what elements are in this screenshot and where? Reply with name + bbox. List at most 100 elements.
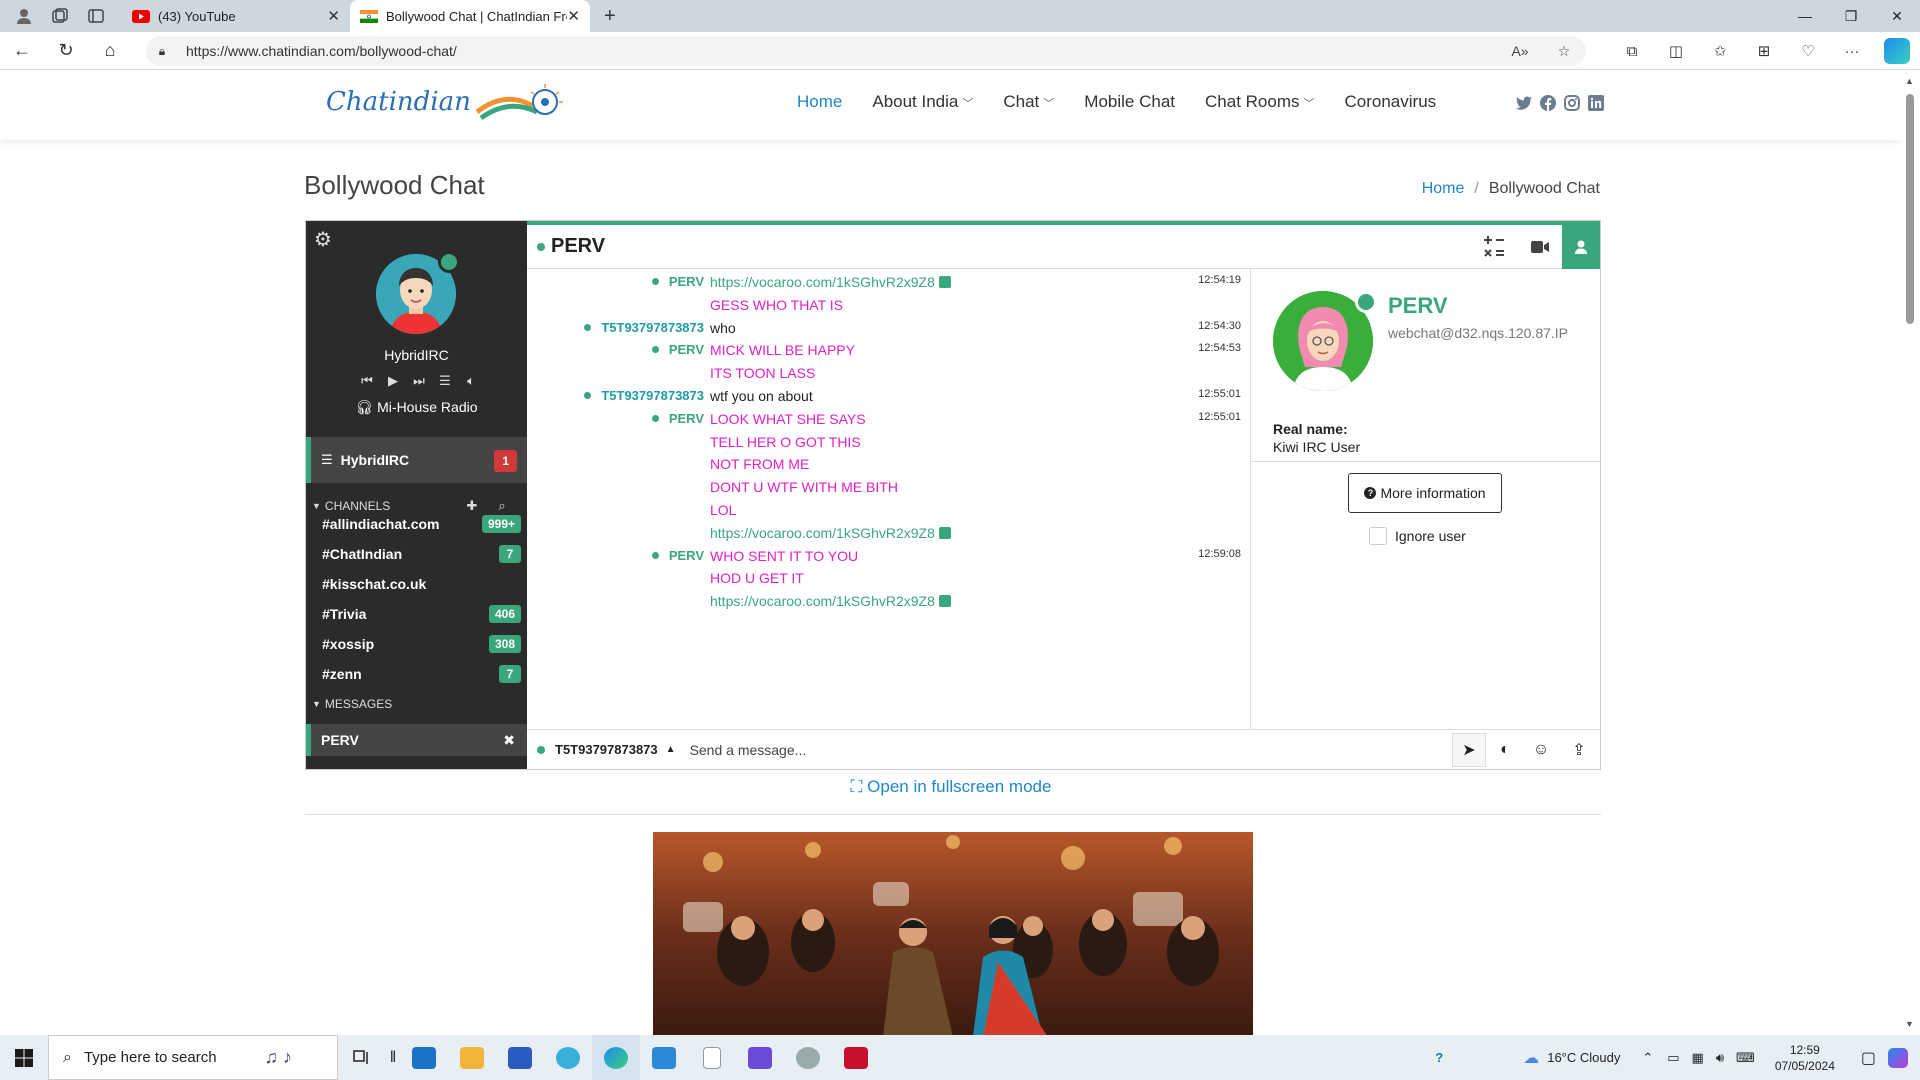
message-nick[interactable]: PERV (652, 411, 704, 426)
home-icon[interactable]: ⌂ (88, 40, 132, 61)
breadcrumb-home-link[interactable]: Home (1422, 180, 1465, 197)
scroll-down-icon[interactable]: ▼ (1905, 1019, 1914, 1029)
private-message-item[interactable]: PERV ✖ (306, 724, 527, 756)
linkedin-icon[interactable] (1584, 94, 1608, 112)
more-menu-icon[interactable]: ··· (1830, 43, 1874, 60)
upload-icon[interactable]: ⇪ (1562, 733, 1596, 767)
new-tab-icon[interactable]: + (604, 5, 616, 28)
clock[interactable]: 12:59 07/05/2024 (1775, 1042, 1835, 1074)
external-link-icon[interactable] (938, 276, 951, 288)
network-item[interactable]: ☰ HybridIRC 1 (306, 437, 527, 483)
site-logo[interactable]: Chatindian (326, 82, 565, 122)
network-icon[interactable]: ▦ (1692, 1050, 1704, 1066)
playlist-icon[interactable]: ☰ (432, 373, 458, 389)
close-icon[interactable]: ✖ (503, 732, 515, 749)
speaker-icon[interactable]: 🔊︎ (1716, 1050, 1724, 1066)
user-info-icon[interactable] (1562, 225, 1600, 269)
split-screen-icon[interactable]: ◫ (1654, 42, 1698, 60)
previous-icon[interactable]: ⏮ (354, 373, 380, 389)
channel-item[interactable]: #xossip 308 (306, 629, 527, 659)
mcafee-icon[interactable] (832, 1035, 880, 1080)
message-nick[interactable]: PERV (652, 342, 704, 357)
messages-header[interactable]: ▼ MESSAGES (306, 691, 527, 717)
collections-icon[interactable]: ⊞ (1742, 42, 1786, 60)
channel-item[interactable]: #kisschat.co.uk (306, 569, 527, 599)
caret-up-icon[interactable]: ▲ (666, 744, 676, 755)
browser-essentials-icon[interactable]: ♡ (1786, 42, 1830, 60)
volume-icon[interactable]: 🔈︎ (458, 373, 484, 389)
message-link[interactable]: https://vocaroo.com/1kSGhvR2x9Z8 (710, 593, 951, 609)
url-text[interactable]: https://www.chatindian.com/bollywood-cha… (178, 43, 1498, 59)
twitter-icon[interactable] (1512, 94, 1536, 112)
nav-home[interactable]: Home (797, 92, 842, 112)
close-tab-icon[interactable]: ✕ (567, 7, 580, 25)
current-nick[interactable]: T5T93797873873 (555, 742, 658, 757)
read-aloud-icon[interactable]: A» (1498, 43, 1542, 59)
message-link[interactable]: https://vocaroo.com/1kSGhvR2x9Z8 (710, 525, 951, 541)
windows-start-icon[interactable] (0, 1035, 48, 1080)
message-nick[interactable]: T5T93797873873 (584, 388, 704, 403)
weather-text[interactable]: 16°C Cloudy (1547, 1050, 1620, 1065)
message-link[interactable]: https://vocaroo.com/1kSGhvR2x9Z8 (710, 274, 951, 290)
hp-icon[interactable] (784, 1035, 832, 1080)
restore-icon[interactable]: ❐ (1828, 0, 1874, 32)
external-link-icon[interactable] (938, 526, 951, 539)
notifications-icon[interactable]: ▢ (1861, 1048, 1876, 1068)
tab-chatindian[interactable]: Bollywood Chat | ChatIndian Free ✕ (350, 0, 590, 32)
message-input[interactable]: Send a message... (690, 742, 807, 758)
copilot-taskbar-icon[interactable] (1888, 1047, 1908, 1068)
internet-explorer-icon[interactable] (544, 1035, 592, 1080)
fullscreen-link[interactable]: ⛶ Open in fullscreen mode (0, 777, 1902, 797)
mail-icon[interactable] (400, 1035, 448, 1080)
favorites-icon[interactable]: ✩ (1698, 42, 1742, 60)
message-nick[interactable]: T5T93797873873 (584, 320, 704, 335)
channel-item[interactable]: #ChatIndian 7 (306, 539, 527, 569)
task-view-icon[interactable] (338, 1035, 386, 1080)
ignore-user-checkbox[interactable] (1369, 527, 1387, 545)
facebook-icon[interactable] (1536, 94, 1560, 112)
channel-item[interactable]: #zenn 7 (306, 659, 527, 689)
back-icon[interactable]: ← (0, 40, 44, 61)
copilot-icon[interactable] (1884, 38, 1910, 64)
radio-station[interactable]: 🎧︎ Mi-House Radio (306, 399, 527, 416)
feather-app-icon[interactable] (640, 1035, 688, 1080)
notepad-icon[interactable] (688, 1035, 736, 1080)
chevron-up-icon[interactable]: ⌃ (1642, 1050, 1653, 1066)
more-information-button[interactable]: ? More information (1348, 473, 1502, 513)
taskbar-search[interactable]: ⌕ Type here to search ♫ ♪ (48, 1035, 338, 1080)
play-icon[interactable]: ▶ (380, 373, 406, 389)
close-window-icon[interactable]: ✕ (1874, 0, 1920, 32)
calculator-icon[interactable] (1474, 225, 1514, 269)
battery-icon[interactable]: ▭ (1667, 1050, 1679, 1066)
workspaces-icon[interactable] (48, 4, 72, 28)
nav-chat-rooms[interactable]: Chat Rooms ﹀ (1205, 92, 1314, 112)
ignore-user-option[interactable]: Ignore user (1369, 527, 1466, 545)
emoji-icon[interactable]: ☺ (1524, 733, 1558, 767)
profile-icon[interactable] (12, 4, 36, 28)
gear-icon[interactable]: ⚙ (314, 227, 332, 252)
nav-about-india[interactable]: About India ﹀ (872, 92, 973, 112)
channel-item[interactable]: #allindiachat.com 999+ (306, 509, 527, 539)
tab-actions-icon[interactable] (84, 4, 108, 28)
microsoft-store-icon[interactable] (496, 1035, 544, 1080)
scroll-up-icon[interactable]: ▲ (1905, 76, 1914, 86)
minimize-icon[interactable]: — (1782, 0, 1828, 32)
channel-item[interactable]: #Trivia 406 (306, 599, 527, 629)
app-hex-icon[interactable] (736, 1035, 784, 1080)
send-icon[interactable]: ➤ (1452, 733, 1486, 767)
help-icon[interactable]: ? (1435, 1050, 1443, 1065)
close-tab-icon[interactable]: ✕ (327, 7, 340, 25)
message-nick[interactable]: PERV (652, 274, 704, 289)
scrollbar-thumb[interactable] (1906, 94, 1914, 324)
refresh-icon[interactable]: ↻ (44, 40, 88, 61)
extensions-icon[interactable]: ⧉ (1610, 43, 1654, 60)
tab-youtube[interactable]: (43) YouTube ✕ (122, 0, 350, 32)
lock-icon[interactable]: 🔒︎ (146, 44, 178, 59)
nav-coronavirus[interactable]: Coronavirus (1345, 92, 1437, 112)
url-bar[interactable]: 🔒︎ https://www.chatindian.com/bollywood-… (146, 36, 1586, 66)
external-link-icon[interactable] (938, 595, 951, 608)
keyboard-icon[interactable]: ⌨ (1736, 1050, 1755, 1066)
nav-mobile-chat[interactable]: Mobile Chat (1084, 92, 1175, 112)
nav-chat[interactable]: Chat ﹀ (1003, 92, 1054, 112)
page-scrollbar[interactable]: ▲ ▼ (1902, 70, 1920, 1035)
